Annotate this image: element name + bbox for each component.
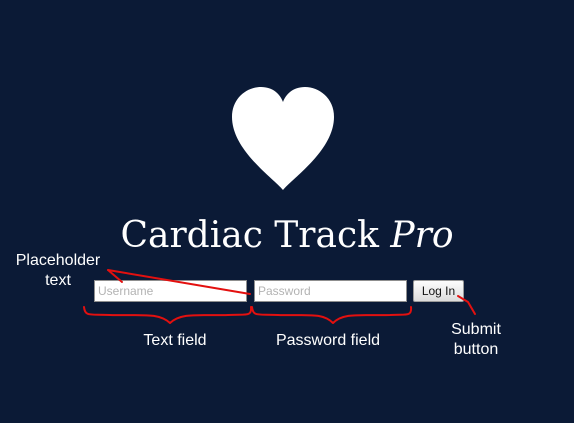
app-title-suffix: Pro (390, 215, 454, 256)
text-field-annotation: Text field (143, 332, 207, 349)
password-field-brace (251, 306, 413, 324)
heart-icon (232, 87, 334, 190)
password-input[interactable] (254, 280, 407, 302)
placeholder-text-annotation: Placeholder text (15, 252, 101, 289)
username-input[interactable] (94, 280, 247, 302)
app-title-main: Cardiac Track (120, 215, 379, 256)
text-field-brace (83, 306, 253, 324)
submit-button-annotation: Submit button (451, 321, 501, 358)
login-button[interactable]: Log In (413, 280, 464, 302)
password-field-annotation: Password field (275, 332, 381, 349)
